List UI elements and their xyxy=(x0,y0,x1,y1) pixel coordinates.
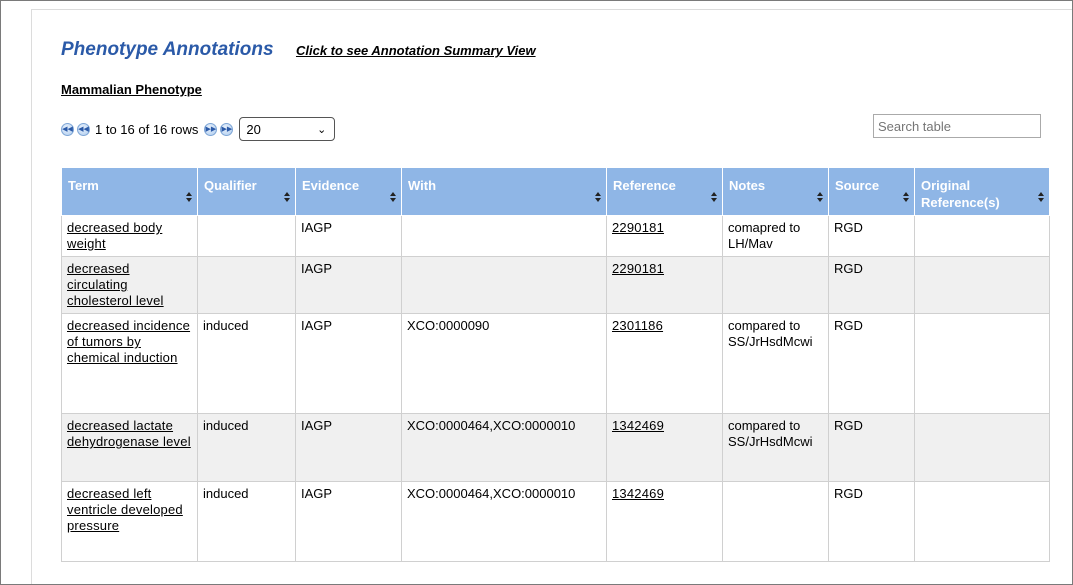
section-title: Phenotype Annotations xyxy=(61,39,274,60)
sort-icon xyxy=(390,192,396,202)
prev-page-icon[interactable]: ◀◀ xyxy=(77,122,90,136)
table-row: decreased circulating cholesterol level … xyxy=(61,256,1050,314)
column-header-reference[interactable]: Reference xyxy=(606,167,723,216)
column-label: With xyxy=(408,178,437,193)
column-header-evidence[interactable]: Evidence xyxy=(295,167,402,216)
source-cell: RGD xyxy=(828,481,915,562)
source-cell: RGD xyxy=(828,215,915,257)
annotation-panel: Phenotype Annotations Click to see Annot… xyxy=(31,9,1072,584)
qualifier-cell: induced xyxy=(197,481,296,562)
qualifier-cell: induced xyxy=(197,313,296,414)
rows-count: 1 to 16 of 16 rows xyxy=(95,121,199,137)
column-header-qualifier[interactable]: Qualifier xyxy=(197,167,296,216)
reference-link[interactable]: 2290181 xyxy=(612,261,664,276)
term-link[interactable]: decreased circulating cholesterol level xyxy=(67,261,164,308)
sort-icon xyxy=(595,192,601,202)
table-row: decreased left ventricle developed press… xyxy=(61,481,1050,562)
with-cell: XCO:0000090 xyxy=(401,313,607,414)
column-label: Source xyxy=(835,178,880,193)
term-link[interactable]: decreased body weight xyxy=(67,220,162,251)
page-size-value: 20 xyxy=(246,121,261,137)
table-row: decreased body weight IAGP 2290181 comap… xyxy=(61,215,1050,257)
term-link[interactable]: decreased incidence of tumors by chemica… xyxy=(67,318,190,365)
notes-cell xyxy=(722,256,829,314)
qualifier-cell: induced xyxy=(197,413,296,482)
source-cell: RGD xyxy=(828,313,915,414)
table-header-row: Term Qualifier Evidence With Reference N… xyxy=(61,167,1050,216)
notes-cell xyxy=(722,481,829,562)
with-cell: XCO:0000464,XCO:0000010 xyxy=(401,413,607,482)
notes-cell: compared to SS/JrHsdMcwi xyxy=(722,313,829,414)
page-frame: Phenotype Annotations Click to see Annot… xyxy=(0,0,1073,585)
source-cell: RGD xyxy=(828,413,915,482)
column-header-original-references[interactable]: Original Reference(s) xyxy=(914,167,1050,216)
qualifier-cell xyxy=(197,256,296,314)
reference-link[interactable]: 1342469 xyxy=(612,486,664,501)
notes-cell: comapred to LH/Mav xyxy=(722,215,829,257)
first-page-icon[interactable]: ◀◀ xyxy=(61,122,74,136)
column-header-notes[interactable]: Notes xyxy=(722,167,829,216)
last-page-icon[interactable]: ▶▶ xyxy=(220,122,234,136)
column-label: Original Reference(s) xyxy=(921,178,1000,210)
evidence-cell: IAGP xyxy=(295,481,402,562)
term-link[interactable]: decreased left ventricle developed press… xyxy=(67,486,183,533)
sort-icon xyxy=(903,192,909,202)
subsection-title: Mammalian Phenotype xyxy=(61,82,202,97)
original-reference-cell xyxy=(914,215,1050,257)
table-row: decreased incidence of tumors by chemica… xyxy=(61,313,1050,414)
pager: ◀◀ ◀◀ 1 to 16 of 16 rows ▶▶ ▶▶ 20 ⌄ xyxy=(61,117,336,141)
column-label: Term xyxy=(68,178,99,193)
original-reference-cell xyxy=(914,481,1050,562)
source-cell: RGD xyxy=(828,256,915,314)
reference-link[interactable]: 2301186 xyxy=(612,318,663,333)
chevron-down-icon: ⌄ xyxy=(317,122,327,136)
column-label: Reference xyxy=(613,178,676,193)
evidence-cell: IAGP xyxy=(295,413,402,482)
column-label: Evidence xyxy=(302,178,360,193)
reference-link[interactable]: 2290181 xyxy=(612,220,664,235)
sort-icon xyxy=(284,192,290,202)
search-input[interactable] xyxy=(873,114,1041,138)
original-reference-cell xyxy=(914,256,1050,314)
evidence-cell: IAGP xyxy=(295,215,402,257)
with-cell: XCO:0000464,XCO:0000010 xyxy=(401,481,607,562)
column-header-term[interactable]: Term xyxy=(61,167,198,216)
annotation-summary-link[interactable]: Click to see Annotation Summary View xyxy=(296,43,536,58)
page-size-select[interactable]: 20 ⌄ xyxy=(239,117,336,141)
annotations-table: Term Qualifier Evidence With Reference N… xyxy=(61,167,1050,562)
table-row: decreased lactate dehydrogenase level in… xyxy=(61,413,1050,482)
sort-icon xyxy=(1038,192,1044,202)
evidence-cell: IAGP xyxy=(295,256,402,314)
qualifier-cell xyxy=(197,215,296,257)
column-header-source[interactable]: Source xyxy=(828,167,915,216)
with-cell xyxy=(401,215,607,257)
sort-icon xyxy=(186,192,192,202)
notes-cell: compared to SS/JrHsdMcwi xyxy=(722,413,829,482)
next-page-icon[interactable]: ▶▶ xyxy=(204,122,218,136)
column-label: Notes xyxy=(729,178,766,193)
sort-icon xyxy=(711,192,717,202)
sort-icon xyxy=(817,192,823,202)
with-cell xyxy=(401,256,607,314)
evidence-cell: IAGP xyxy=(295,313,402,414)
term-link[interactable]: decreased lactate dehydrogenase level xyxy=(67,418,191,449)
title-row: Phenotype Annotations Click to see Annot… xyxy=(61,39,536,61)
original-reference-cell xyxy=(914,313,1050,414)
column-header-with[interactable]: With xyxy=(401,167,607,216)
column-label: Qualifier xyxy=(204,178,257,193)
reference-link[interactable]: 1342469 xyxy=(612,418,664,433)
original-reference-cell xyxy=(914,413,1050,482)
